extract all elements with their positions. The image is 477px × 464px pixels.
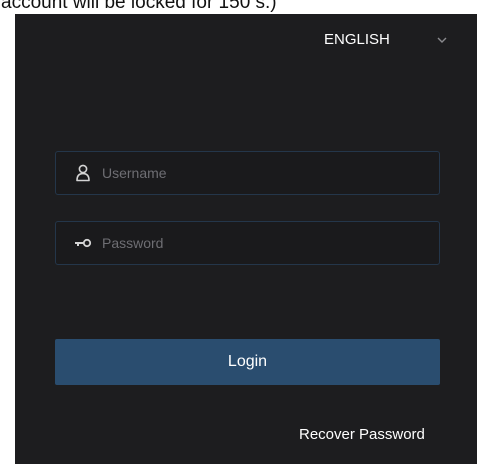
chevron-down-icon bbox=[436, 33, 448, 45]
password-field[interactable] bbox=[55, 221, 440, 265]
language-select[interactable]: ENGLISH bbox=[324, 29, 448, 49]
page-caption-text: account will be locked for 150 s.) bbox=[1, 0, 277, 13]
key-icon bbox=[72, 232, 94, 254]
recover-password-link[interactable]: Recover Password bbox=[299, 426, 425, 443]
username-field[interactable] bbox=[55, 151, 440, 195]
password-input[interactable] bbox=[100, 221, 439, 265]
user-icon bbox=[72, 162, 94, 184]
username-input[interactable] bbox=[100, 151, 439, 195]
login-panel: ENGLISH Login Recover Password bbox=[15, 14, 477, 464]
login-button[interactable]: Login bbox=[55, 339, 440, 385]
language-label: ENGLISH bbox=[324, 30, 390, 48]
